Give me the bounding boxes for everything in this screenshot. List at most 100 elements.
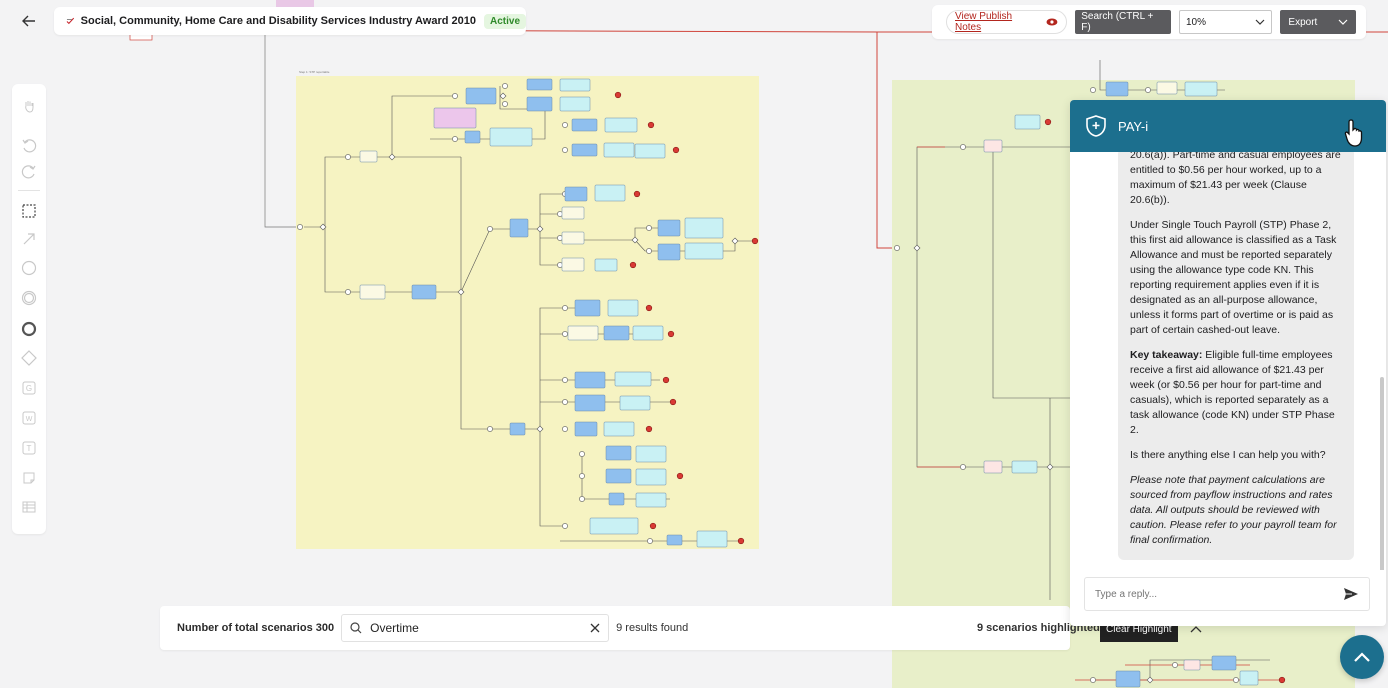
task-node[interactable]	[433, 107, 477, 129]
task-node[interactable]	[561, 206, 585, 220]
chevron-up-icon[interactable]	[1190, 625, 1202, 633]
chat-messages[interactable]: 20.6(a)). Part-time and casual employees…	[1070, 152, 1386, 570]
task-node[interactable]	[571, 118, 598, 132]
task-node[interactable]	[464, 130, 481, 144]
task-node[interactable]	[465, 87, 497, 105]
task-node[interactable]	[589, 517, 639, 535]
start-event[interactable]	[579, 473, 585, 479]
task-node[interactable]	[574, 394, 606, 412]
task-node[interactable]	[359, 284, 386, 300]
task-node[interactable]	[605, 445, 632, 461]
task-node[interactable]	[559, 78, 591, 92]
task-node[interactable]	[619, 395, 651, 411]
scroll-top-button[interactable]	[1340, 635, 1384, 679]
clear-search-icon[interactable]	[590, 623, 600, 633]
word-tool[interactable]: W	[19, 408, 39, 428]
task-node[interactable]	[1239, 670, 1259, 686]
start-event[interactable]	[960, 464, 966, 470]
start-event[interactable]	[1090, 677, 1096, 683]
scenario-search-input[interactable]	[370, 621, 583, 635]
table-tool[interactable]	[19, 497, 39, 517]
task-node[interactable]	[666, 534, 683, 546]
start-event[interactable]	[502, 83, 508, 89]
reply-field[interactable]	[1084, 577, 1370, 611]
task-node[interactable]	[411, 284, 437, 300]
task-node[interactable]	[635, 468, 667, 486]
end-event[interactable]	[649, 522, 657, 530]
start-event[interactable]	[579, 451, 585, 457]
task-node[interactable]	[571, 143, 598, 157]
search-button[interactable]: Search (CTRL + F)	[1075, 10, 1171, 34]
start-event[interactable]	[487, 226, 493, 232]
start-event[interactable]	[647, 538, 653, 544]
task-node[interactable]	[561, 257, 585, 272]
end-event[interactable]	[669, 398, 677, 406]
end-event[interactable]	[662, 376, 670, 384]
note-tool[interactable]	[19, 468, 39, 488]
task-node[interactable]	[1156, 81, 1178, 95]
task-node[interactable]	[603, 325, 630, 341]
task-node[interactable]	[1014, 114, 1041, 130]
start-event[interactable]	[562, 426, 568, 432]
task-node[interactable]	[632, 325, 664, 341]
task-node[interactable]	[594, 258, 618, 272]
task-node[interactable]	[1115, 670, 1141, 688]
start-event[interactable]	[562, 399, 568, 405]
task-node[interactable]	[559, 96, 591, 112]
start-event[interactable]	[502, 101, 508, 107]
connector-tool[interactable]	[19, 229, 39, 249]
task-node[interactable]	[359, 150, 378, 163]
task-node[interactable]	[634, 143, 666, 159]
task-node[interactable]	[635, 492, 667, 508]
task-node[interactable]	[604, 117, 638, 133]
task-node[interactable]	[489, 127, 533, 147]
task-node[interactable]	[509, 218, 529, 238]
task-node[interactable]	[684, 217, 724, 239]
end-event[interactable]	[647, 121, 655, 129]
end-event[interactable]	[672, 146, 680, 154]
task-node[interactable]	[607, 299, 639, 317]
scenario-search-field[interactable]	[341, 614, 610, 642]
end-event[interactable]	[737, 537, 745, 545]
end-event[interactable]	[614, 91, 622, 99]
start-event[interactable]	[452, 136, 458, 142]
task-node[interactable]	[614, 371, 652, 387]
start-event[interactable]	[1172, 662, 1178, 668]
task-node[interactable]	[526, 96, 553, 112]
task-node[interactable]	[657, 219, 681, 237]
text-tool[interactable]: T	[19, 438, 39, 458]
start-event-tool[interactable]	[19, 258, 39, 278]
start-event[interactable]	[562, 377, 568, 383]
task-node[interactable]	[564, 186, 588, 202]
end-event[interactable]	[645, 425, 653, 433]
start-event[interactable]	[297, 224, 303, 230]
task-node[interactable]	[561, 231, 585, 245]
start-event[interactable]	[345, 289, 351, 295]
hand-tool[interactable]	[19, 96, 39, 116]
task-node[interactable]	[594, 184, 626, 202]
end-event[interactable]	[676, 472, 684, 480]
task-node[interactable]	[1184, 81, 1218, 97]
back-button[interactable]	[14, 8, 44, 34]
task-node[interactable]	[1105, 81, 1129, 97]
start-event[interactable]	[562, 331, 568, 337]
start-event[interactable]	[579, 496, 585, 502]
chat-scrollbar[interactable]	[1380, 377, 1384, 570]
start-event[interactable]	[452, 93, 458, 99]
task-node[interactable]	[574, 299, 601, 317]
start-event[interactable]	[562, 122, 568, 128]
start-event[interactable]	[646, 248, 652, 254]
end-event-tool[interactable]	[19, 319, 39, 339]
start-event[interactable]	[562, 305, 568, 311]
task-node[interactable]	[657, 243, 681, 261]
end-event[interactable]	[629, 261, 637, 269]
task-node[interactable]	[574, 371, 606, 389]
task-node[interactable]	[603, 142, 635, 158]
start-event[interactable]	[960, 144, 966, 150]
end-event[interactable]	[1044, 118, 1052, 126]
task-node[interactable]	[1011, 460, 1038, 474]
view-publish-notes-button[interactable]: View Publish Notes	[946, 10, 1068, 34]
end-event[interactable]	[667, 330, 675, 338]
start-event[interactable]	[487, 426, 493, 432]
end-event[interactable]	[1278, 676, 1286, 684]
